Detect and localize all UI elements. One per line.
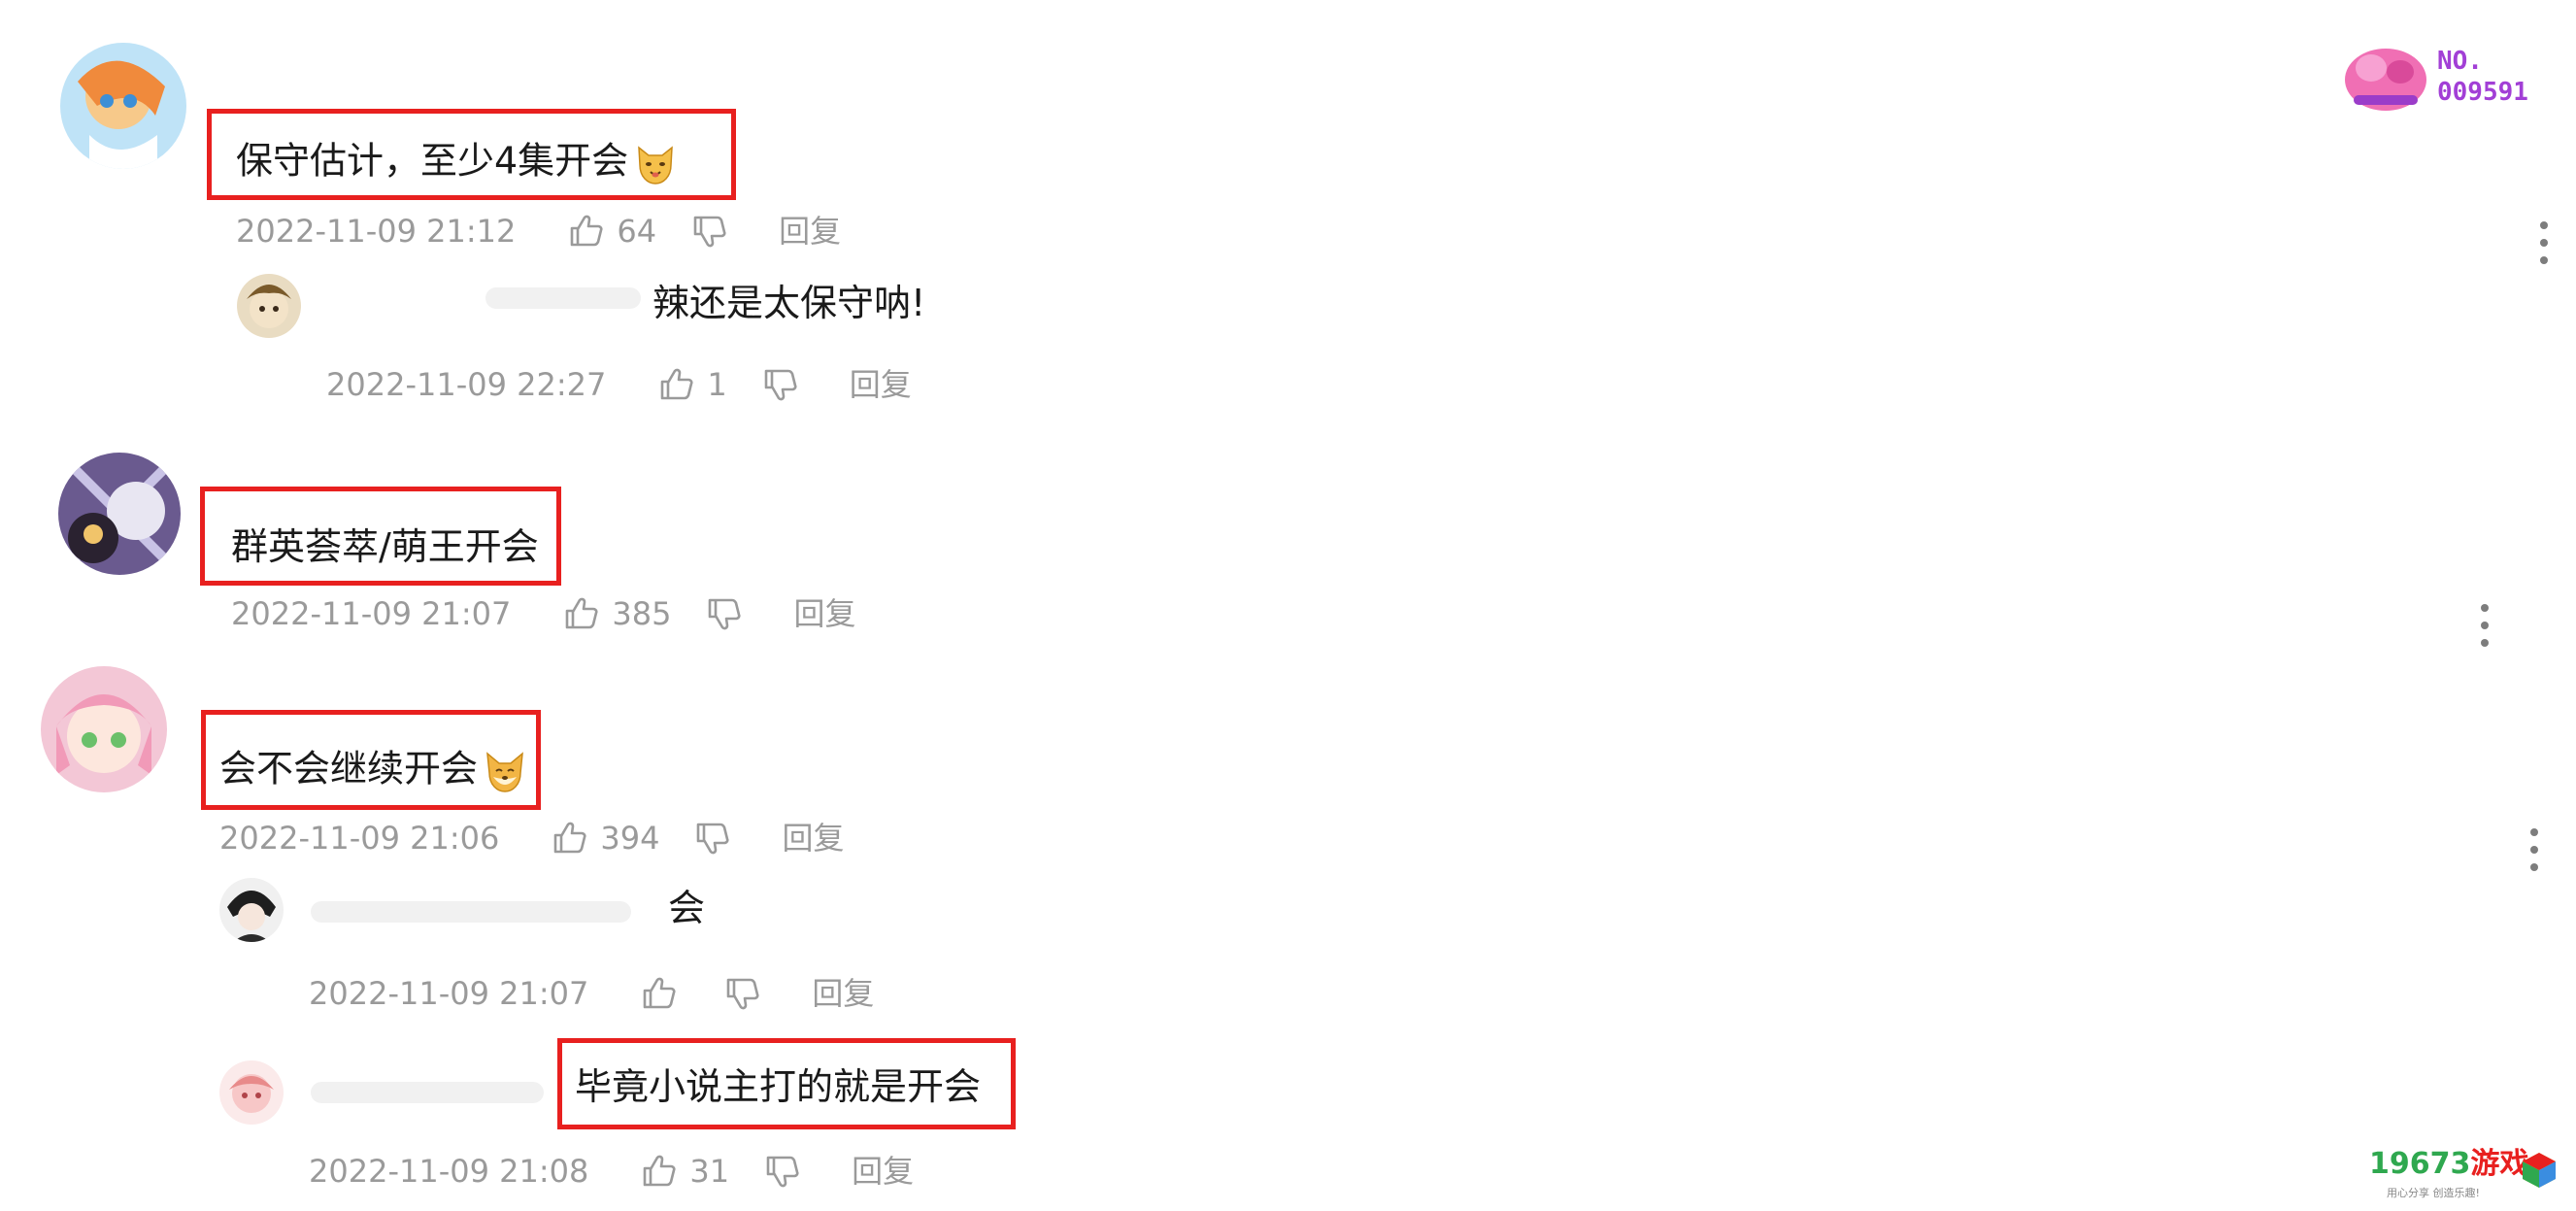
comment-meta: 2022-11-09 21:06 394 回复 xyxy=(219,819,844,858)
comment-text-content: 会不会继续开会 xyxy=(219,747,479,791)
rank-badge: NO. 009591 xyxy=(2342,39,2536,117)
comment-meta: 2022-11-09 21:12 64 回复 xyxy=(236,212,841,251)
timestamp: 2022-11-09 21:06 xyxy=(219,820,500,857)
thumbs-down-icon[interactable] xyxy=(760,365,799,404)
avatar-image xyxy=(219,1060,284,1125)
thumbs-down-icon[interactable] xyxy=(692,819,731,858)
like-count: 1 xyxy=(707,366,727,403)
blurred-username xyxy=(485,287,641,309)
badge-art-icon xyxy=(2345,49,2426,111)
timestamp: 2022-11-09 21:08 xyxy=(309,1153,589,1190)
avatar[interactable] xyxy=(41,666,167,792)
watermark-digits: 19673 xyxy=(2369,1147,2471,1181)
blurred-username xyxy=(311,901,631,923)
site-watermark: 19673游戏 用心分享 创造乐趣! xyxy=(2369,1146,2563,1204)
thumbs-up-icon[interactable] xyxy=(566,212,605,251)
comment-meta: 2022-11-09 21:07 385 回复 xyxy=(231,594,855,633)
thumbs-up-icon[interactable] xyxy=(639,1152,678,1191)
like-count: 385 xyxy=(612,595,672,632)
thumbs-down-icon[interactable] xyxy=(722,974,761,1013)
thumbs-down-icon[interactable] xyxy=(689,212,728,251)
avatar[interactable] xyxy=(219,1060,284,1125)
more-vertical-icon[interactable] xyxy=(2479,604,2491,647)
comment-text: 保守估计，至少4集开会 xyxy=(236,140,679,186)
like-count: 64 xyxy=(617,213,657,250)
timestamp: 2022-11-09 22:27 xyxy=(326,366,607,403)
reply-meta: 2022-11-09 21:08 31 回复 xyxy=(309,1152,914,1191)
avatar-image xyxy=(58,453,181,575)
avatar-image xyxy=(237,274,301,338)
thumbs-up-icon[interactable] xyxy=(550,819,588,858)
like-count: 31 xyxy=(689,1153,730,1190)
comment-text: 群英荟萃/萌王开会 xyxy=(231,525,539,568)
like-count: 394 xyxy=(600,820,660,857)
reply-button[interactable]: 回复 xyxy=(812,978,874,1009)
dog-emoji-icon xyxy=(482,748,528,794)
reply-text: 辣还是太保守呐! xyxy=(652,282,926,324)
reply-button[interactable]: 回复 xyxy=(782,823,844,854)
timestamp: 2022-11-09 21:07 xyxy=(231,595,512,632)
avatar-image xyxy=(60,43,186,169)
watermark-tagline: 用心分享 创造乐趣! xyxy=(2387,1187,2480,1199)
timestamp: 2022-11-09 21:07 xyxy=(309,975,589,1012)
reply-text: 会 xyxy=(668,887,706,929)
avatar[interactable] xyxy=(219,878,284,942)
avatar[interactable] xyxy=(237,274,301,338)
timestamp: 2022-11-09 21:12 xyxy=(236,213,517,250)
comment-text: 会不会继续开会 xyxy=(219,748,528,794)
thumbs-up-icon[interactable] xyxy=(656,365,695,404)
avatar-image xyxy=(41,666,167,792)
reply-meta: 2022-11-09 22:27 1 回复 xyxy=(326,365,912,404)
more-vertical-icon[interactable] xyxy=(2538,221,2550,264)
reply-meta: 2022-11-09 21:07 回复 xyxy=(309,974,874,1013)
cube-logo-icon xyxy=(2523,1153,2556,1188)
more-vertical-icon[interactable] xyxy=(2528,828,2540,871)
comment-text-content: 保守估计，至少4集开会 xyxy=(236,139,629,183)
avatar[interactable] xyxy=(58,453,181,575)
thumbs-down-icon[interactable] xyxy=(704,594,743,633)
avatar-image xyxy=(219,878,284,942)
thumbs-down-icon[interactable] xyxy=(762,1152,801,1191)
reply-text: 毕竟小说主打的就是开会 xyxy=(575,1065,982,1108)
reply-button[interactable]: 回复 xyxy=(852,1156,914,1187)
thumbs-up-icon[interactable] xyxy=(561,594,600,633)
avatar[interactable] xyxy=(60,43,186,169)
reply-button[interactable]: 回复 xyxy=(850,369,912,400)
reply-button[interactable]: 回复 xyxy=(793,598,855,629)
blurred-username xyxy=(311,1082,544,1103)
reply-button[interactable]: 回复 xyxy=(779,216,841,247)
cat-emoji-icon xyxy=(632,140,679,186)
thumbs-up-icon[interactable] xyxy=(639,974,678,1013)
badge-line1: NO. xyxy=(2437,47,2483,76)
badge-line2: 009591 xyxy=(2437,78,2528,107)
